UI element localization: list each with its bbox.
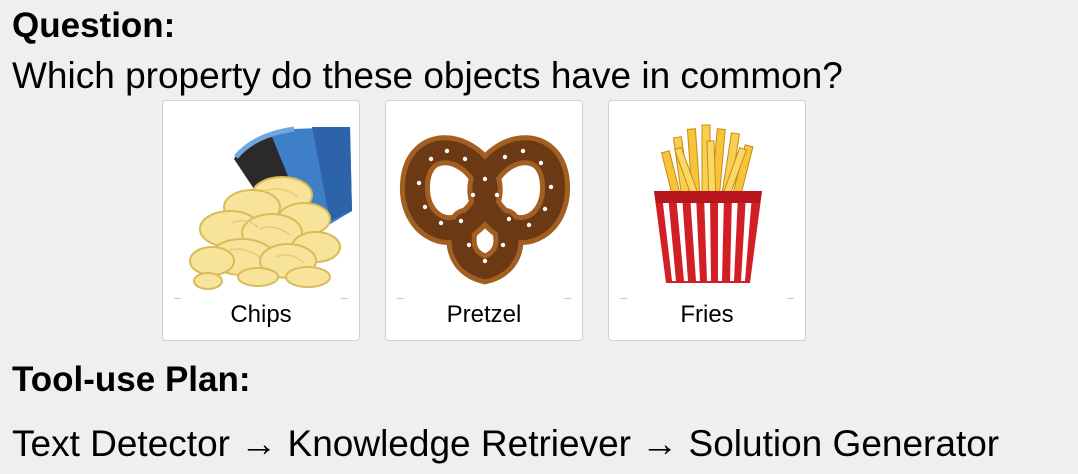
card-divider xyxy=(564,298,571,299)
option-card-chips[interactable]: Chips xyxy=(162,100,360,341)
option-card-fries[interactable]: Fries xyxy=(608,100,806,341)
option-label-fries: Fries xyxy=(680,301,734,328)
option-card-pretzel[interactable]: Pretzel xyxy=(385,100,583,341)
question-text: Which property do these objects have in … xyxy=(12,55,843,96)
card-divider xyxy=(174,298,181,299)
card-divider xyxy=(787,298,794,299)
option-label-chips: Chips xyxy=(230,301,292,328)
image-options: Chips Pretzel Fries xyxy=(162,100,808,343)
pretzel-image xyxy=(400,135,570,285)
card-divider xyxy=(341,298,348,299)
option-label-pretzel: Pretzel xyxy=(446,301,522,328)
card-divider xyxy=(397,298,404,299)
chips-image xyxy=(189,126,352,290)
fries-image xyxy=(654,124,762,283)
plan-text: Text Detector → Knowledge Retriever → So… xyxy=(12,423,1000,464)
plan-heading: Tool-use Plan: xyxy=(12,360,251,399)
card-divider xyxy=(620,298,627,299)
question-heading: Question: xyxy=(12,6,176,45)
